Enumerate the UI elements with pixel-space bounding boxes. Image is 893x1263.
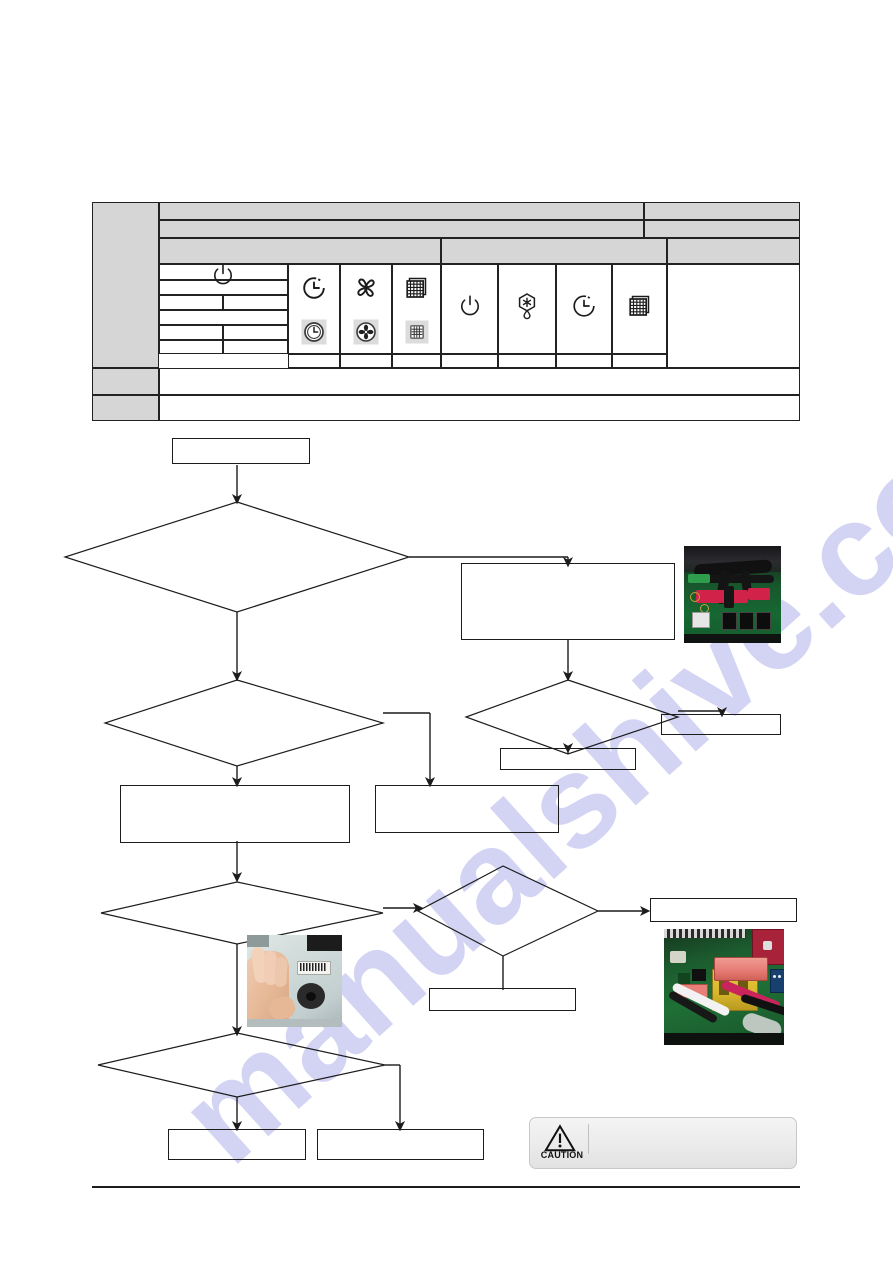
grid-icon <box>612 284 667 328</box>
fan-icon <box>340 266 392 310</box>
pcb-red-connector-photo <box>684 546 781 643</box>
flow-node-process-b[interactable] <box>120 785 350 843</box>
timer-filled-icon <box>288 310 340 354</box>
clock-icon <box>556 284 612 328</box>
power-icon <box>193 262 253 288</box>
fan-filled-icon <box>340 310 392 354</box>
flow-node-start[interactable] <box>172 438 310 464</box>
flow-node-process-g[interactable] <box>429 988 576 1011</box>
caution-divider <box>588 1124 589 1154</box>
flow-node-process-e[interactable] <box>661 714 781 735</box>
flow-node-process-d[interactable] <box>500 748 636 770</box>
flow-node-process-c[interactable] <box>375 785 559 833</box>
caution-label: CAUTION <box>540 1150 584 1160</box>
page-bottom-rule <box>92 1186 800 1188</box>
flow-node-result-left[interactable] <box>168 1129 306 1160</box>
indoor-unit-hand-photo <box>247 935 342 1027</box>
filter-grid-filled-icon <box>392 310 441 354</box>
timer-icon <box>288 266 340 310</box>
power-icon <box>441 284 498 328</box>
flow-node-process-f[interactable] <box>650 898 797 922</box>
defrost-icon <box>498 284 556 328</box>
caution-box: CAUTION <box>529 1117 797 1169</box>
flow-node-process-a[interactable] <box>461 563 675 640</box>
pcb-pink-yellow-connector-photo <box>664 929 784 1045</box>
filter-grid-icon <box>392 266 441 310</box>
flow-node-result-right[interactable] <box>317 1129 484 1160</box>
manual-page: manualshive.com CAUTION <box>0 0 893 1263</box>
